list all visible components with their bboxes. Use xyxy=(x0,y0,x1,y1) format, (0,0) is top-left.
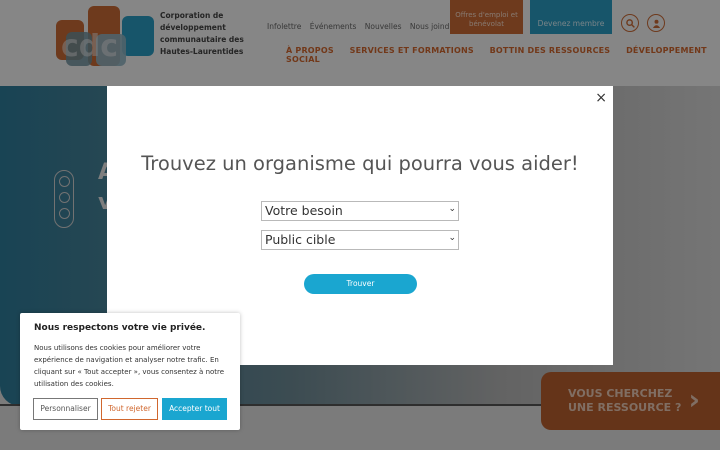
need-select[interactable]: Votre besoin ⌄ xyxy=(261,201,459,221)
cookie-text: Nous utilisons des cookies pour améliore… xyxy=(34,344,225,388)
chevron-down-icon: ⌄ xyxy=(448,233,456,243)
close-icon[interactable]: × xyxy=(595,90,607,106)
find-button[interactable]: Trouver xyxy=(304,274,417,294)
need-select-value: Votre besoin xyxy=(265,203,343,218)
accept-all-button[interactable]: Accepter tout xyxy=(162,398,227,420)
cookie-consent-banner: Nous respectons votre vie privée. Nous u… xyxy=(20,313,240,430)
cookie-title: Nous respectons votre vie privée. xyxy=(34,323,206,333)
audience-select-value: Public cible xyxy=(265,232,336,247)
customize-cookies-button[interactable]: Personnaliser xyxy=(33,398,98,420)
audience-select[interactable]: Public cible ⌄ xyxy=(261,230,459,250)
chevron-down-icon: ⌄ xyxy=(448,204,456,214)
modal-title: Trouvez un organisme qui pourra vous aid… xyxy=(141,152,579,175)
reject-all-button[interactable]: Tout rejeter xyxy=(101,398,158,420)
